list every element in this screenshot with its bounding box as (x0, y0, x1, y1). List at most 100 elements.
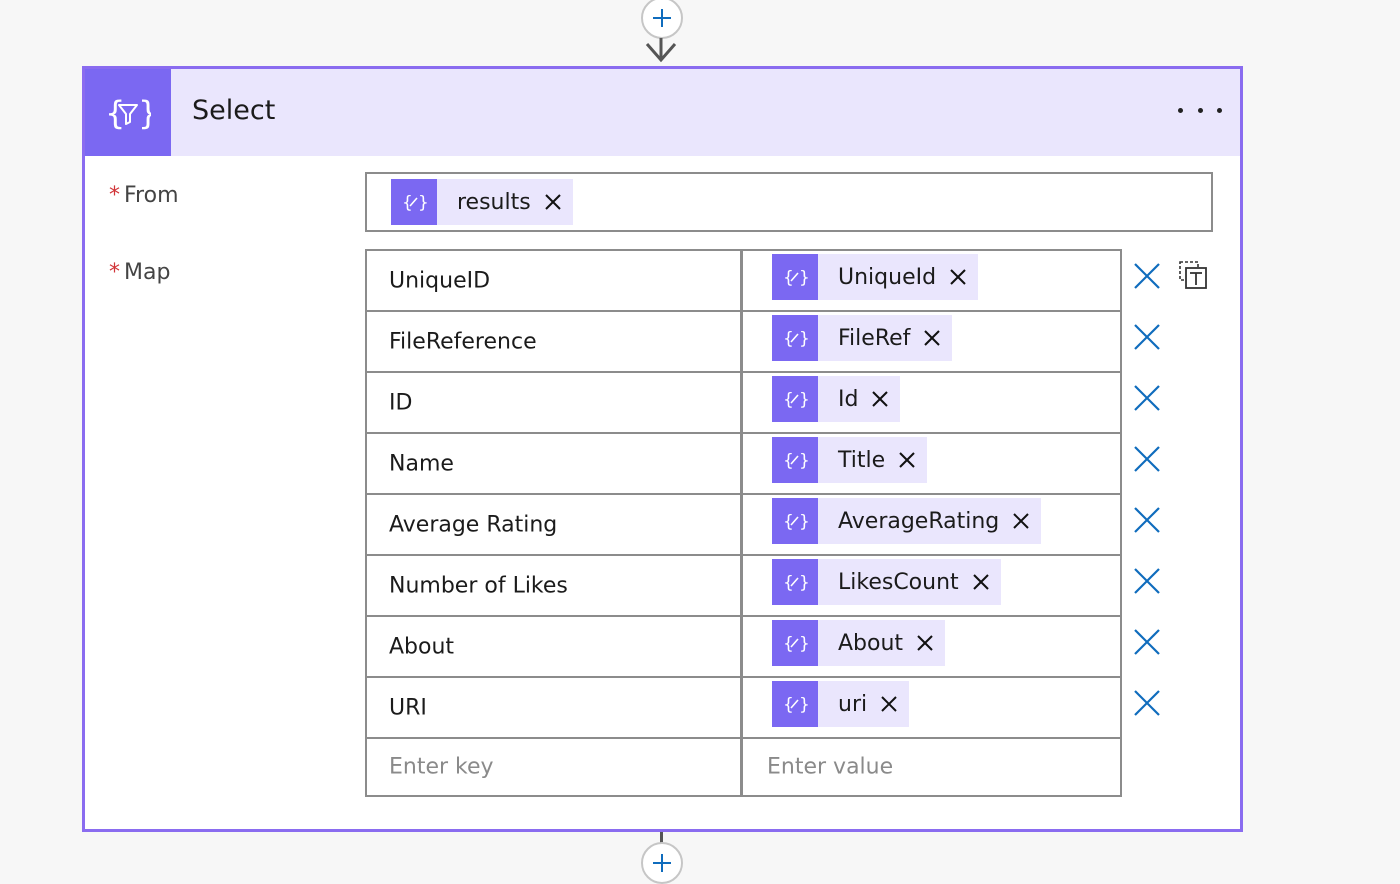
more-options-icon[interactable] (1178, 95, 1222, 125)
map-key-text: Average Rating (389, 512, 558, 537)
delete-row-icon[interactable] (1133, 689, 1161, 717)
delete-row-icon[interactable] (1133, 567, 1161, 595)
insert-step-button-bottom[interactable] (641, 842, 683, 884)
map-value-input[interactable]: {} Id (746, 373, 1120, 432)
remove-token-icon[interactable] (917, 635, 933, 651)
expression-token-icon: {} (772, 437, 818, 483)
flow-arrow-icon (645, 38, 677, 63)
remove-token-icon[interactable] (924, 330, 941, 346)
svg-text:{: { (105, 94, 125, 132)
token-label: Title (838, 447, 886, 473)
action-title[interactable]: Select (192, 95, 275, 126)
map-key-value-table: UniqueID{}UniqueIdFileReference{}FileRef… (365, 249, 1122, 797)
remove-token-icon[interactable] (872, 391, 889, 407)
expression-token-icon: {} (772, 559, 818, 605)
svg-text:{: { (783, 451, 794, 471)
remove-token-icon[interactable] (1013, 513, 1029, 529)
map-key-text: Name (389, 451, 454, 476)
expression-token-icon: {} (391, 179, 437, 225)
remove-token-icon[interactable] (972, 574, 989, 590)
expression-token-icon: {} (772, 681, 818, 727)
svg-text:{: { (783, 573, 794, 593)
map-row: Name {} Title (367, 434, 1120, 493)
map-row: FileReference {} FileRef (367, 312, 1120, 371)
map-key-text: ID (389, 390, 413, 415)
map-key-input[interactable]: Number of Likes (367, 556, 743, 615)
dynamic-content-token[interactable]: {} Id (772, 376, 901, 422)
dynamic-content-token[interactable]: {} FileRef (772, 315, 953, 361)
dynamic-content-token[interactable]: {} results (391, 179, 573, 225)
remove-token-icon[interactable] (544, 194, 561, 210)
map-key-input[interactable]: URI (367, 678, 743, 737)
map-value-input[interactable]: {} Title (746, 434, 1120, 493)
map-key-input[interactable]: UniqueID (367, 251, 743, 310)
required-marker: * (109, 183, 120, 208)
map-key-input[interactable]: FileReference (367, 312, 743, 371)
token-label: FileRef (838, 325, 911, 351)
delete-row-icon[interactable] (1133, 384, 1161, 412)
map-key-input[interactable]: Name (367, 434, 743, 493)
dynamic-content-token[interactable]: {} AverageRating (772, 498, 1042, 544)
token-label: AverageRating (838, 508, 1000, 534)
svg-text:{: { (783, 390, 794, 410)
svg-text:}: } (799, 268, 808, 288)
from-label-text: From (124, 183, 179, 208)
map-key-input[interactable]: ID (367, 373, 743, 432)
svg-text:{: { (402, 193, 413, 213)
map-value-input[interactable]: {} AverageRating (746, 495, 1120, 554)
token-label: About (838, 630, 904, 656)
expression-token-icon: {} (772, 254, 818, 300)
delete-row-icon[interactable] (1133, 506, 1161, 534)
delete-row-icon[interactable] (1133, 262, 1161, 290)
data-operation-icon: { } (85, 69, 171, 156)
map-value-input[interactable]: {} LikesCount (746, 556, 1120, 615)
map-value-input[interactable]: {} FileRef (746, 312, 1120, 371)
dynamic-content-token[interactable]: {} About (772, 620, 946, 666)
map-key-input[interactable]: About (367, 617, 743, 676)
expression-token-icon: {} (772, 498, 818, 544)
new-key-input[interactable]: Enter key (367, 739, 743, 795)
map-new-row: Enter key Enter value (367, 739, 1120, 795)
token-label: UniqueId (838, 264, 937, 290)
map-row: About {} About (367, 617, 1120, 676)
new-value-input[interactable]: Enter value (746, 739, 1120, 795)
delete-row-icon[interactable] (1133, 445, 1161, 473)
dynamic-content-token[interactable]: {} Title (772, 437, 928, 483)
dynamic-content-token[interactable]: {} uri (772, 681, 910, 727)
map-label: * Map (109, 260, 170, 285)
dynamic-content-token[interactable]: {} LikesCount (772, 559, 1001, 605)
map-value-input[interactable]: {} UniqueId (746, 251, 1120, 310)
required-marker: * (109, 260, 120, 285)
dynamic-content-token[interactable]: {} UniqueId (772, 254, 979, 300)
map-label-text: Map (124, 260, 171, 285)
map-key-text: URI (389, 695, 427, 720)
svg-text:{: { (783, 695, 794, 715)
svg-text:{: { (783, 268, 794, 288)
map-row: URI {} uri (367, 678, 1120, 737)
map-value-input[interactable]: {} About (746, 617, 1120, 676)
from-input[interactable]: {} results (365, 172, 1213, 232)
switch-to-text-mode-icon[interactable] (1177, 259, 1209, 291)
svg-text:{: { (783, 512, 794, 532)
map-key-text: About (389, 634, 455, 659)
map-value-input[interactable]: {} uri (746, 678, 1120, 737)
remove-token-icon[interactable] (950, 269, 966, 285)
delete-row-icon[interactable] (1133, 323, 1161, 351)
remove-token-icon[interactable] (899, 452, 915, 468)
insert-step-button-top[interactable] (641, 0, 683, 39)
svg-text:}: } (799, 451, 808, 471)
map-key-text: FileReference (389, 329, 537, 354)
token-label: Id (838, 386, 859, 412)
delete-row-icon[interactable] (1133, 628, 1161, 656)
map-key-input[interactable]: Average Rating (367, 495, 743, 554)
card-header[interactable]: { } Select (85, 69, 1240, 156)
svg-text:}: } (799, 512, 808, 532)
token-label: LikesCount (838, 569, 959, 595)
svg-text:}: } (418, 193, 427, 213)
map-row: Number of Likes {} LikesCount (367, 556, 1120, 615)
map-row: Average Rating {} AverageRating (367, 495, 1120, 554)
remove-token-icon[interactable] (881, 696, 897, 712)
expression-token-icon: {} (772, 315, 818, 361)
select-action-card: { } Select *From {} results *Map UniqueI… (82, 66, 1243, 832)
map-row: UniqueID {} UniqueId (367, 251, 1120, 310)
